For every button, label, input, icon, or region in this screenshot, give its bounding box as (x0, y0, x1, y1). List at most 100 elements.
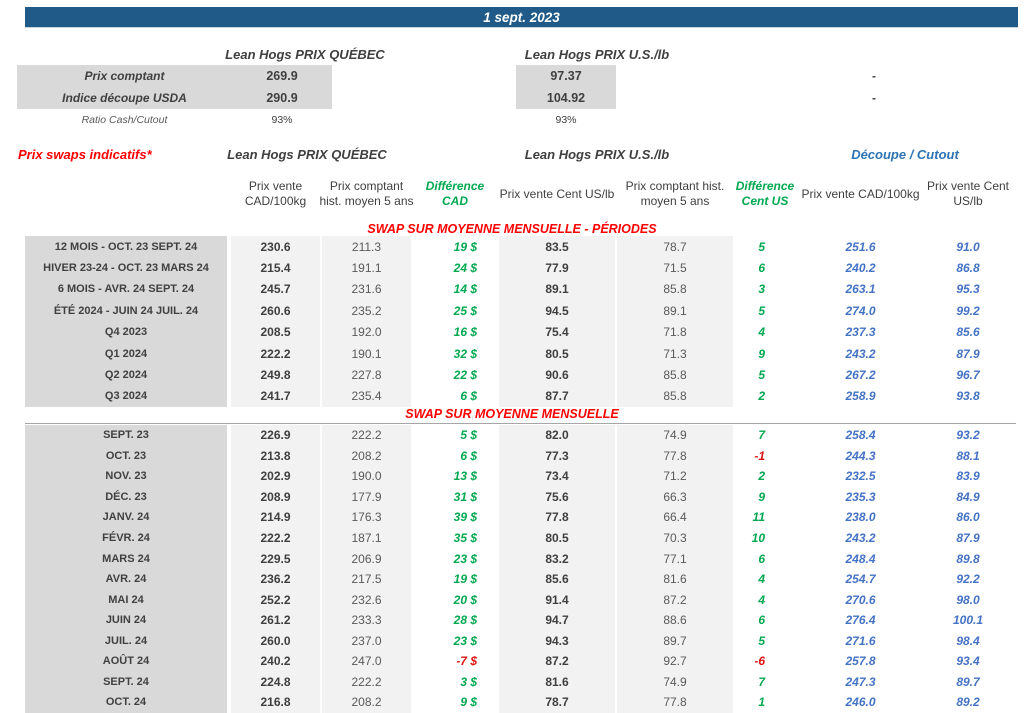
difference-us-cell: 3 (735, 279, 795, 300)
row-label-cell: NOV. 23 (25, 466, 227, 487)
row-label-cell: OCT. 23 (25, 446, 227, 467)
sell-price-us-cell: 77.3 (499, 446, 615, 467)
cutout-us-cell: 96.7 (920, 364, 1016, 385)
cutout-us-cell: 91.0 (920, 236, 1016, 257)
row-label-cell: JANV. 24 (25, 507, 227, 528)
row-label-cell: MAI 24 (25, 589, 227, 610)
cutout-cad-cell: 244.3 (799, 446, 922, 467)
hist-avg-cad-cell: 187.1 (322, 528, 411, 549)
swap-monthly-table: SEPT. 23226.9222.25 $82.074.97258.493.2O… (0, 425, 1024, 713)
hist-avg-us-cell: 71.3 (617, 343, 733, 364)
sell-price-cad-cell: 249.8 (231, 364, 320, 385)
cutout-cad-cell: 243.2 (799, 528, 922, 549)
difference-us-cell: 2 (735, 386, 795, 407)
difference-cad-cell: 5 $ (413, 425, 497, 446)
hist-avg-cad-cell: 231.6 (322, 279, 411, 300)
hist-avg-cad-cell: 235.4 (322, 386, 411, 407)
sell-price-us-cell: 90.6 (499, 364, 615, 385)
row-label-cell: DÉC. 23 (25, 487, 227, 508)
column-header-hist-cad: Prix comptant hist. moyen 5 ans (318, 167, 415, 221)
hist-avg-cad-cell: 191.1 (322, 257, 411, 278)
cutout-us-cell: 99.2 (920, 300, 1016, 321)
difference-cad-cell: 13 $ (413, 466, 497, 487)
hist-avg-us-cell: 77.1 (617, 548, 733, 569)
sell-price-us-cell: 87.2 (499, 651, 615, 672)
difference-us-cell: 5 (735, 630, 795, 651)
difference-cad-cell: 24 $ (413, 257, 497, 278)
cutout-us-cell: 98.4 (920, 630, 1016, 651)
sell-price-cad-cell: 222.2 (231, 528, 320, 549)
hist-avg-cad-cell: 227.8 (322, 364, 411, 385)
table-row: JUIL. 24260.0237.023 $94.389.75271.698.4 (0, 630, 1024, 651)
section-divider (25, 423, 1016, 424)
difference-us-cell: 4 (735, 322, 795, 343)
hist-avg-cad-cell: 206.9 (322, 548, 411, 569)
cutout-us-cell: 98.0 (920, 589, 1016, 610)
difference-us-cell: 4 (735, 589, 795, 610)
cutout-us-cell: 92.2 (920, 569, 1016, 590)
hist-avg-cad-cell: 176.3 (322, 507, 411, 528)
cutout-cad-cell: 274.0 (799, 300, 922, 321)
sell-price-cad-cell: 222.2 (231, 343, 320, 364)
difference-cad-cell: 9 $ (413, 692, 497, 713)
row-label-cell: OCT. 24 (25, 692, 227, 713)
difference-cad-cell: 25 $ (413, 300, 497, 321)
spot-us-value: 104.92 (516, 87, 616, 109)
table-row: AOÛT 24240.2247.0-7 $87.292.7-6257.893.4 (0, 651, 1024, 672)
cutout-us-cell: 93.4 (920, 651, 1016, 672)
difference-cad-cell: 6 $ (413, 386, 497, 407)
difference-us-cell: 6 (735, 257, 795, 278)
table-row: 12 MOIS - OCT. 23 SEPT. 24230.6211.319 $… (0, 236, 1024, 257)
sell-price-us-cell: 75.4 (499, 322, 615, 343)
hist-avg-cad-cell: 177.9 (322, 487, 411, 508)
difference-us-cell: 6 (735, 548, 795, 569)
difference-cad-cell: 23 $ (413, 548, 497, 569)
hist-avg-us-cell: 85.8 (617, 386, 733, 407)
hist-avg-us-cell: 88.6 (617, 610, 733, 631)
spot-row-ratio: Ratio Cash/Cutout 93% 93% (0, 111, 1024, 128)
sell-price-cad-cell: 208.5 (231, 322, 320, 343)
section-title-periodes: SWAP SUR MOYENNE MENSUELLE - PÉRIODES (0, 222, 1024, 236)
table-row: SEPT. 24224.8222.23 $81.674.97247.389.7 (0, 672, 1024, 693)
sell-price-us-cell: 83.2 (499, 548, 615, 569)
hist-avg-us-cell: 92.7 (617, 651, 733, 672)
hist-avg-us-cell: 71.2 (617, 466, 733, 487)
column-header-prix-vente-us: Prix vente Cent US/lb (499, 167, 615, 221)
cutout-cad-cell: 237.3 (799, 322, 922, 343)
hist-avg-cad-cell: 233.3 (322, 610, 411, 631)
sell-price-cad-cell: 229.5 (231, 548, 320, 569)
hist-avg-us-cell: 85.8 (617, 279, 733, 300)
swaps-cutout-header: Découpe / Cutout (795, 146, 1015, 162)
row-label-cell: HIVER 23-24 - OCT. 23 MARS 24 (25, 257, 227, 278)
spot-row-indice-decoupe: Indice découpe USDA 290.9 104.92 - (0, 87, 1024, 109)
difference-us-cell: -1 (735, 446, 795, 467)
sell-price-us-cell: 77.8 (499, 507, 615, 528)
sell-price-us-cell: 81.6 (499, 672, 615, 693)
report-date: 1 sept. 2023 (483, 10, 560, 25)
spot-row-label: Prix comptant (17, 65, 232, 87)
difference-us-cell: 6 (735, 610, 795, 631)
sell-price-us-cell: 83.5 (499, 236, 615, 257)
row-label-cell: SEPT. 24 (25, 672, 227, 693)
hist-avg-us-cell: 77.8 (617, 692, 733, 713)
difference-us-cell: 5 (735, 236, 795, 257)
row-label-cell: FÉVR. 24 (25, 528, 227, 549)
cutout-cad-cell: 258.4 (799, 425, 922, 446)
difference-cad-cell: 6 $ (413, 446, 497, 467)
cutout-cad-cell: 263.1 (799, 279, 922, 300)
swaps-title: Prix swaps indicatifs* (18, 146, 218, 162)
spot-note-dash: - (862, 87, 886, 109)
sell-price-cad-cell: 226.9 (231, 425, 320, 446)
cutout-cad-cell: 258.9 (799, 386, 922, 407)
spot-row-label: Indice découpe USDA (17, 87, 232, 109)
difference-cad-cell: 22 $ (413, 364, 497, 385)
cutout-cad-cell: 232.5 (799, 466, 922, 487)
cutout-us-cell: 86.8 (920, 257, 1016, 278)
table-row: FÉVR. 24222.2187.135 $80.570.310243.287.… (0, 528, 1024, 549)
table-row: OCT. 23213.8208.26 $77.377.8-1244.388.1 (0, 446, 1024, 467)
sell-price-us-cell: 78.7 (499, 692, 615, 713)
cutout-us-cell: 89.2 (920, 692, 1016, 713)
cutout-us-cell: 93.8 (920, 386, 1016, 407)
cutout-us-cell: 87.9 (920, 343, 1016, 364)
row-label-cell: Q1 2024 (25, 343, 227, 364)
